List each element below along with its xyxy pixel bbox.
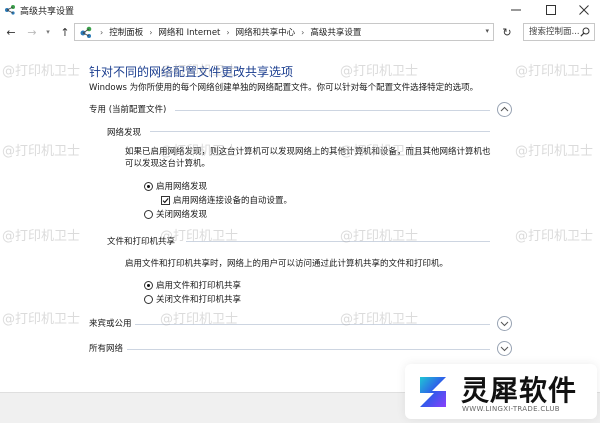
- close-button[interactable]: [568, 0, 600, 19]
- breadcrumb-network-sharing-center[interactable]: 网络和共享中心: [236, 26, 296, 38]
- close-icon: [579, 4, 589, 15]
- divider: [135, 324, 490, 325]
- search-icon: [580, 27, 590, 37]
- radio-label: 关闭文件和打印机共享: [156, 295, 242, 305]
- minimize-button[interactable]: [500, 0, 532, 19]
- breadcrumb-control-panel[interactable]: 控制面板: [109, 26, 143, 38]
- maximize-button[interactable]: [535, 0, 567, 19]
- search-input[interactable]: [524, 24, 580, 40]
- check-icon: [162, 197, 169, 203]
- breadcrumb-advanced-sharing[interactable]: 高级共享设置: [310, 26, 361, 38]
- network-share-icon: [5, 5, 15, 15]
- refresh-icon: ↻: [502, 25, 512, 39]
- minimize-icon: [511, 9, 521, 10]
- radio-button[interactable]: [144, 294, 153, 304]
- radio-enable-network-discovery[interactable]: 启用网络发现: [144, 180, 207, 192]
- brand-name: 灵犀软件: [461, 374, 578, 407]
- radio-button-selected[interactable]: [144, 181, 153, 191]
- expand-all-networks-button[interactable]: [497, 341, 512, 356]
- up-button[interactable]: ↑: [57, 24, 73, 40]
- recent-locations-button[interactable]: ▾: [43, 24, 53, 40]
- network-discovery-description-line: 可以发现这台计算机。: [125, 159, 211, 169]
- expand-guest-public-button[interactable]: [497, 316, 512, 331]
- arrow-right-icon: →: [27, 25, 37, 39]
- collapse-private-button[interactable]: [497, 102, 512, 117]
- arrow-up-icon: ↑: [60, 25, 70, 39]
- brand-logo-icon: [420, 377, 446, 407]
- profile-guest-public-label: 来宾或公用: [89, 319, 132, 329]
- divider: [150, 131, 490, 132]
- address-dropdown-icon[interactable]: ▾: [485, 27, 489, 35]
- brand-url: WWW.LINGXI-TRADE.CLUB: [462, 405, 560, 413]
- file-printer-sharing-title: 文件和打印机共享: [107, 237, 176, 247]
- checkbox-checked[interactable]: [161, 195, 170, 205]
- divider: [175, 110, 490, 111]
- radio-disable-network-discovery[interactable]: 关闭网络发现: [144, 208, 207, 220]
- breadcrumb-separator: ›: [100, 27, 104, 37]
- breadcrumb-separator: ›: [301, 27, 305, 37]
- divider: [127, 349, 490, 350]
- profile-all-networks-header[interactable]: 所有网络: [89, 341, 512, 357]
- profile-guest-public-header[interactable]: 来宾或公用: [89, 316, 512, 332]
- navigation-bar: ← → ▾ ↑ › 控制面板 › 网络和 Internet › 网络和共享中心 …: [0, 20, 600, 43]
- radio-disable-file-printer-sharing[interactable]: 关闭文件和打印机共享: [144, 293, 241, 305]
- radio-label: 启用网络发现: [156, 182, 208, 192]
- address-bar[interactable]: › 控制面板 › 网络和 Internet › 网络和共享中心 › 高级共享设置…: [74, 23, 494, 41]
- network-discovery-description: 如果已启用网络发现，则这台计算机可以发现网络上的其他计算机和设备，而且其他网络计…: [125, 146, 515, 170]
- network-discovery-title: 网络发现: [107, 128, 142, 138]
- control-panel-icon: [80, 26, 92, 38]
- network-discovery-description-line: 如果已启用网络发现，则这台计算机可以发现网络上的其他计算机和设备，而且其他网络计…: [125, 147, 491, 157]
- radio-button[interactable]: [144, 209, 153, 219]
- chevron-down-icon: ▾: [46, 28, 50, 36]
- checkbox-label: 启用网络连接设备的自动设置。: [173, 196, 293, 206]
- window-title: 高级共享设置: [20, 7, 75, 17]
- title-bar: 高级共享设置: [0, 0, 600, 19]
- chevron-down-icon: [500, 321, 509, 327]
- radio-button-selected[interactable]: [144, 280, 153, 290]
- checkbox-auto-setup[interactable]: 启用网络连接设备的自动设置。: [161, 194, 292, 206]
- forward-button[interactable]: →: [24, 24, 40, 40]
- breadcrumb-separator: ›: [226, 27, 230, 37]
- chevron-down-icon: [500, 346, 509, 352]
- file-printer-sharing-description: 启用文件和打印机共享时，网络上的用户可以访问通过此计算机共享的文件和打印机。: [125, 259, 449, 269]
- radio-enable-file-printer-sharing[interactable]: 启用文件和打印机共享: [144, 279, 241, 291]
- brand-logo: 灵犀软件 WWW.LINGXI-TRADE.CLUB: [405, 364, 597, 419]
- page-heading: 针对不同的网络配置文件更改共享选项: [89, 65, 294, 79]
- profile-private-label: 专用 (当前配置文件): [89, 105, 167, 115]
- page-description: Windows 为你所使用的每个网络创建单独的网络配置文件。你可以针对每个配置文…: [89, 83, 479, 93]
- back-button[interactable]: ←: [3, 24, 19, 40]
- search-box[interactable]: [523, 23, 595, 41]
- refresh-button[interactable]: ↻: [499, 24, 515, 40]
- radio-label: 关闭网络发现: [156, 210, 208, 220]
- main-content: 针对不同的网络配置文件更改共享选项 Windows 为你所使用的每个网络创建单独…: [0, 44, 600, 392]
- arrow-left-icon: ←: [6, 25, 16, 39]
- divider: [186, 241, 490, 242]
- radio-label: 启用文件和打印机共享: [156, 281, 242, 291]
- maximize-icon: [546, 4, 556, 15]
- chevron-up-icon: [500, 106, 509, 112]
- profile-private-header[interactable]: 专用 (当前配置文件): [89, 102, 512, 118]
- breadcrumb-network-internet[interactable]: 网络和 Internet: [158, 26, 220, 38]
- profile-all-networks-label: 所有网络: [89, 344, 124, 354]
- breadcrumb-separator: ›: [149, 27, 153, 37]
